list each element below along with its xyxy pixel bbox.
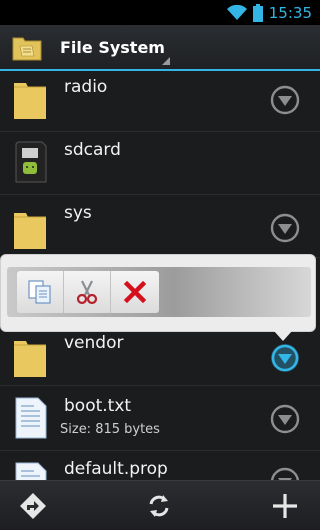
- list-item[interactable]: boot.txt Size: 815 bytes: [0, 388, 320, 451]
- add-icon[interactable]: [270, 491, 300, 521]
- file-name: radio: [64, 77, 108, 97]
- file-name: boot.txt: [64, 396, 132, 416]
- status-time: 15:35: [268, 4, 312, 22]
- list-item[interactable]: default.prop: [0, 451, 320, 480]
- file-name: sys: [64, 203, 92, 223]
- refresh-icon[interactable]: [144, 491, 174, 521]
- bottom-toolbar: [0, 480, 320, 530]
- list-item[interactable]: radio: [0, 71, 320, 132]
- list-item[interactable]: sys: [0, 195, 320, 258]
- status-bar: 15:35: [0, 0, 320, 25]
- copy-button[interactable]: [17, 271, 64, 313]
- popup-toolbar: [7, 267, 311, 317]
- file-size: Size: 815 bytes: [60, 422, 160, 437]
- expand-menu-icon[interactable]: [270, 467, 300, 480]
- folder-icon: [14, 213, 46, 249]
- list-item[interactable]: sdcard: [0, 132, 320, 195]
- file-name: sdcard: [64, 140, 121, 160]
- quick-action-popup: [0, 254, 316, 341]
- battery-icon: [252, 4, 263, 22]
- text-file-icon: [15, 462, 47, 480]
- file-name: vendor: [64, 333, 124, 353]
- copy-icon: [28, 280, 51, 304]
- expand-menu-icon[interactable]: [270, 213, 300, 243]
- cut-icon: [76, 280, 98, 305]
- text-file-icon: [15, 397, 47, 439]
- file-name: default.prop: [64, 459, 168, 479]
- app-logo-icon[interactable]: [12, 32, 42, 62]
- navigation-title[interactable]: File System: [60, 38, 165, 57]
- delete-icon: [123, 280, 146, 304]
- folder-icon: [14, 83, 46, 119]
- action-bar: File System: [0, 25, 320, 71]
- delete-button[interactable]: [111, 271, 158, 313]
- cut-button[interactable]: [64, 271, 111, 313]
- expand-menu-icon[interactable]: [270, 85, 300, 115]
- folder-icon: [14, 341, 46, 377]
- sdcard-icon: [15, 141, 47, 183]
- expand-menu-icon[interactable]: [270, 404, 300, 434]
- share-icon[interactable]: [18, 491, 48, 521]
- dropdown-caret-icon[interactable]: [162, 57, 170, 65]
- popup-pointer: [274, 331, 292, 341]
- list-item[interactable]: vendor: [0, 323, 320, 386]
- expand-menu-icon[interactable]: [270, 343, 300, 373]
- wifi-icon: [226, 5, 247, 20]
